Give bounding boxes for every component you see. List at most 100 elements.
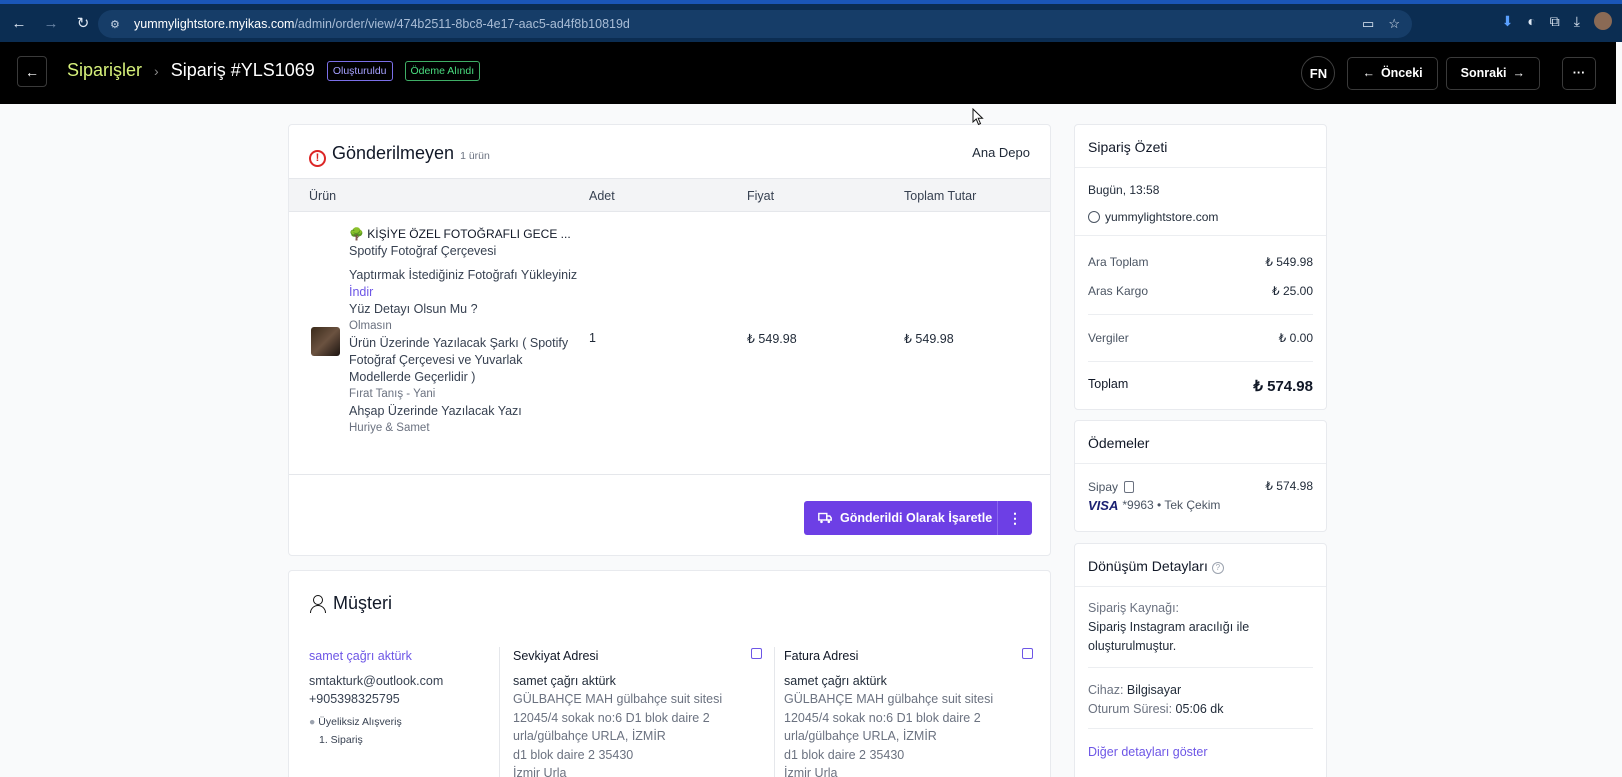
download-extension-icon[interactable]: ⬇ <box>1502 13 1514 30</box>
extensions-puzzle-icon[interactable]: ⧉ <box>1550 13 1560 30</box>
tax-row: Vergiler ₺ 0.00 <box>1088 331 1313 345</box>
status-badge-paid: Ödeme Alındı <box>404 60 481 81</box>
url-path: /admin/order/view/474b2511-8bc8-4e17-aac… <box>294 17 630 31</box>
truck-icon <box>818 512 832 524</box>
table-header: Ürün Adet Fiyat Toplam Tutar <box>289 178 1050 212</box>
unsent-count: 1 ürün <box>460 150 490 162</box>
product-quantity: 1 <box>589 331 596 345</box>
previous-order-button[interactable]: ← Önceki <box>1347 56 1438 90</box>
order-date-value: Bugün, 13:58 <box>1088 183 1160 197</box>
order-count: 1. Sipariş <box>319 734 363 746</box>
subtotal-value: ₺ 549.98 <box>1265 255 1313 269</box>
browser-forward-icon[interactable]: → <box>42 15 60 32</box>
source-label: Sipariş Kaynağı: <box>1088 601 1180 615</box>
billing-address-title: Fatura Adresi <box>784 649 859 663</box>
profile-avatar[interactable] <box>1594 12 1612 30</box>
product-name[interactable]: 🌳 KİŞİYE ÖZEL FOTOĞRAFLI GECE ... <box>349 226 579 243</box>
globe-icon <box>1088 211 1100 223</box>
divider <box>1088 667 1313 668</box>
column-quantity: Adet <box>589 189 615 203</box>
customer-info: samet çağrı aktürk smtakturk@outlook.com… <box>309 647 489 750</box>
more-actions-button[interactable]: ··· <box>1562 56 1596 90</box>
device-block: Cihaz: Bilgisayar Oturum Süresi: 05:06 d… <box>1088 681 1313 719</box>
order-header: ← Siparişler › Sipariş #YLS1069 Oluşturu… <box>0 42 1616 104</box>
billing-line: 12045/4 sokak no:6 D1 blok daire 2 <box>784 710 981 725</box>
divider <box>774 647 775 777</box>
product-total: ₺ 549.98 <box>904 332 954 346</box>
arrow-left-icon: ← <box>25 63 39 80</box>
breadcrumb: Siparişler › Sipariş #YLS1069 Oluşturuld… <box>67 60 481 81</box>
subtotal-row: Ara Toplam ₺ 549.98 <box>1088 255 1313 269</box>
extension-badge-icon[interactable]: ◐ <box>1527 13 1535 29</box>
option-answer: Fırat Tanış - Yani <box>349 388 436 400</box>
download-link[interactable]: İndir <box>349 284 579 301</box>
total-value: ₺ 574.98 <box>1253 378 1313 395</box>
tax-label: Vergiler <box>1088 331 1129 345</box>
bookmark-star-icon[interactable]: ☆ <box>1388 16 1400 32</box>
customer-name-link[interactable]: samet çağrı aktürk <box>309 647 489 666</box>
address-bar[interactable]: ⚙ yummylightstore.myikas.com/admin/order… <box>98 10 1412 38</box>
billing-line: GÜLBAHÇE MAH gülbahçe suit sitesi <box>784 692 994 706</box>
divider <box>1088 728 1313 729</box>
downloads-icon[interactable]: ⤓ <box>1574 13 1580 30</box>
session-value: 05:06 dk <box>1175 702 1224 716</box>
copy-icon[interactable] <box>1124 481 1135 493</box>
card-detail: *9963 • Tek Çekim <box>1122 498 1221 512</box>
payment-amount: ₺ 574.98 <box>1265 479 1313 493</box>
divider <box>499 647 500 777</box>
shipping-value: ₺ 25.00 <box>1272 284 1313 298</box>
total-row: Toplam ₺ 574.98 <box>1088 377 1313 395</box>
user-avatar[interactable]: FN <box>1301 56 1336 90</box>
billing-name: samet çağrı aktürk <box>784 673 887 688</box>
payment-provider: Sipay <box>1088 480 1119 494</box>
breadcrumb-orders-link[interactable]: Siparişler <box>67 60 142 81</box>
payments-card: Ödemeler Sipay ₺ 574.98 VISA *9963 • Tek… <box>1074 420 1327 532</box>
next-label: Sonraki <box>1460 66 1507 80</box>
browser-reload-icon[interactable]: ↻ <box>74 14 92 32</box>
site-settings-icon[interactable]: ⚙ <box>110 18 126 31</box>
shipping-name: samet çağrı aktürk <box>513 673 616 688</box>
customer-title: Müşteri <box>333 593 393 613</box>
arrow-right-icon: → <box>1512 66 1526 80</box>
order-date: Bugün, 13:58 <box>1088 183 1313 197</box>
page-title: Sipariş #YLS1069 <box>170 60 315 80</box>
browser-back-icon[interactable]: ← <box>10 15 28 32</box>
divider <box>1075 235 1326 236</box>
shipping-line: 12045/4 sokak no:6 D1 blok daire 2 <box>513 710 710 725</box>
option-answer: Olmasın <box>349 320 392 332</box>
shipping-label: Aras Kargo <box>1088 284 1149 298</box>
option-question: Ahşap Üzerinde Yazılacak Yazı <box>349 404 522 418</box>
back-button[interactable]: ← <box>17 56 47 87</box>
conversion-title: Dönüşüm Detayları <box>1088 558 1208 574</box>
product-thumbnail[interactable] <box>311 327 340 356</box>
alert-circle-icon: ! <box>309 149 326 167</box>
store-row: yummylightstore.com <box>1088 209 1313 224</box>
billing-line: İzmir Urla <box>784 766 838 777</box>
dot-icon: ● <box>309 715 319 728</box>
show-more-details-link[interactable]: Diğer detayları göster <box>1088 743 1313 762</box>
browser-toolbar: ← → ↻ ⚙ yummylightstore.myikas.com/admin… <box>0 0 1622 42</box>
edit-billing-icon[interactable] <box>1022 648 1033 659</box>
divider <box>289 474 1050 475</box>
device-label: Cihaz: <box>1088 683 1124 697</box>
shipping-row: Aras Kargo ₺ 25.00 <box>1088 284 1313 298</box>
help-circle-icon[interactable]: ? <box>1211 562 1224 574</box>
edit-shipping-icon[interactable] <box>751 648 762 659</box>
conversion-title-row: Dönüşüm Detayları? <box>1088 558 1224 575</box>
install-app-icon[interactable]: ▭ <box>1362 16 1374 32</box>
mark-shipped-button[interactable]: Gönderildi Olarak İşaretle <box>804 501 998 535</box>
option-answer: Huriye & Samet <box>349 422 430 434</box>
mark-shipped-label: Gönderildi Olarak İşaretle <box>840 511 993 525</box>
option-question: Yüz Detayı Olsun Mu ? <box>349 302 478 316</box>
ship-more-button[interactable]: ⋮ <box>998 510 1032 527</box>
source-value: Sipariş Instagram aracılığı ile oluşturu… <box>1088 620 1250 653</box>
conversion-details-card: Dönüşüm Detayları? Sipariş Kaynağı: Sipa… <box>1074 543 1327 777</box>
billing-address: Fatura Adresi samet çağrı aktürk GÜLBAHÇ… <box>784 647 1014 777</box>
shipping-line: GÜLBAHÇE MAH gülbahçe suit sitesi <box>513 692 723 706</box>
status-badge-created: Oluşturuldu <box>326 60 393 81</box>
customer-email: smtakturk@outlook.com <box>309 673 444 688</box>
billing-line: d1 blok daire 2 35430 <box>784 747 905 762</box>
next-order-button[interactable]: Sonraki → <box>1445 56 1540 90</box>
summary-title: Sipariş Özeti <box>1088 139 1168 155</box>
divider <box>1075 586 1326 587</box>
